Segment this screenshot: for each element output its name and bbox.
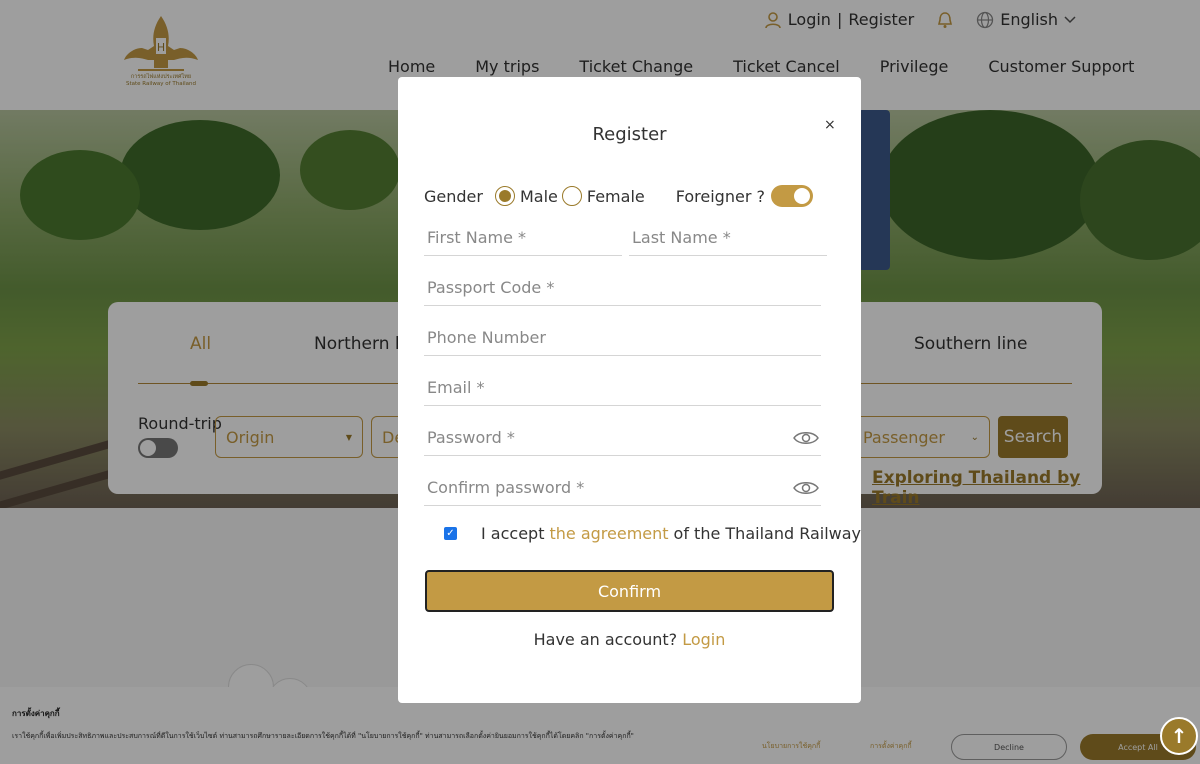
- gender-male-radio[interactable]: [494, 186, 515, 206]
- phone-number-field[interactable]: Phone Number: [424, 320, 821, 356]
- modal-title: Register: [592, 124, 667, 145]
- confirm-button[interactable]: Confirm: [425, 570, 834, 612]
- phone-number-placeholder: Phone Number: [427, 328, 546, 347]
- confirm-password-placeholder: Confirm password *: [427, 478, 585, 497]
- agreement-checkbox[interactable]: ✓: [444, 527, 457, 540]
- agreement-prefix: I accept: [481, 524, 545, 543]
- email-field[interactable]: Email *: [424, 370, 821, 406]
- gender-label: Gender: [424, 186, 483, 206]
- agreement-suffix: of the Thailand Railway: [673, 524, 862, 543]
- foreigner-label: Foreigner ?: [675, 186, 765, 206]
- gender-row: Gender Male Female Foreigner ?: [424, 185, 813, 207]
- scroll-to-top-button[interactable]: ↑: [1160, 717, 1198, 755]
- email-placeholder: Email *: [427, 378, 485, 397]
- radio-selected-dot: [498, 190, 511, 202]
- gender-female-radio[interactable]: [561, 186, 582, 206]
- last-name-field[interactable]: Last Name *: [629, 220, 827, 256]
- agreement-row: ✓ I accept the agreement of the Thailand…: [444, 524, 861, 543]
- first-name-field[interactable]: First Name *: [424, 220, 622, 256]
- agreement-link[interactable]: the agreement: [549, 524, 668, 543]
- have-account-row: Have an account? Login: [398, 630, 861, 649]
- passport-code-field[interactable]: Passport Code *: [424, 270, 821, 306]
- eye-icon[interactable]: [793, 480, 819, 496]
- have-account-text: Have an account?: [533, 630, 678, 649]
- password-field[interactable]: Password *: [424, 420, 821, 456]
- close-icon[interactable]: ×: [824, 117, 836, 133]
- gender-female-label[interactable]: Female: [587, 187, 645, 206]
- last-name-placeholder: Last Name *: [632, 228, 731, 247]
- confirm-password-field[interactable]: Confirm password *: [424, 470, 821, 506]
- register-modal: Register × Gender Male Female Foreigner …: [398, 77, 861, 703]
- gender-male-label[interactable]: Male: [520, 187, 558, 206]
- login-link[interactable]: Login: [682, 630, 725, 649]
- first-name-placeholder: First Name *: [427, 228, 527, 247]
- password-placeholder: Password *: [427, 428, 515, 447]
- eye-icon[interactable]: [793, 430, 819, 446]
- foreigner-toggle[interactable]: [770, 185, 813, 207]
- arrow-up-icon: ↑: [1170, 724, 1188, 748]
- passport-code-placeholder: Passport Code *: [427, 278, 555, 297]
